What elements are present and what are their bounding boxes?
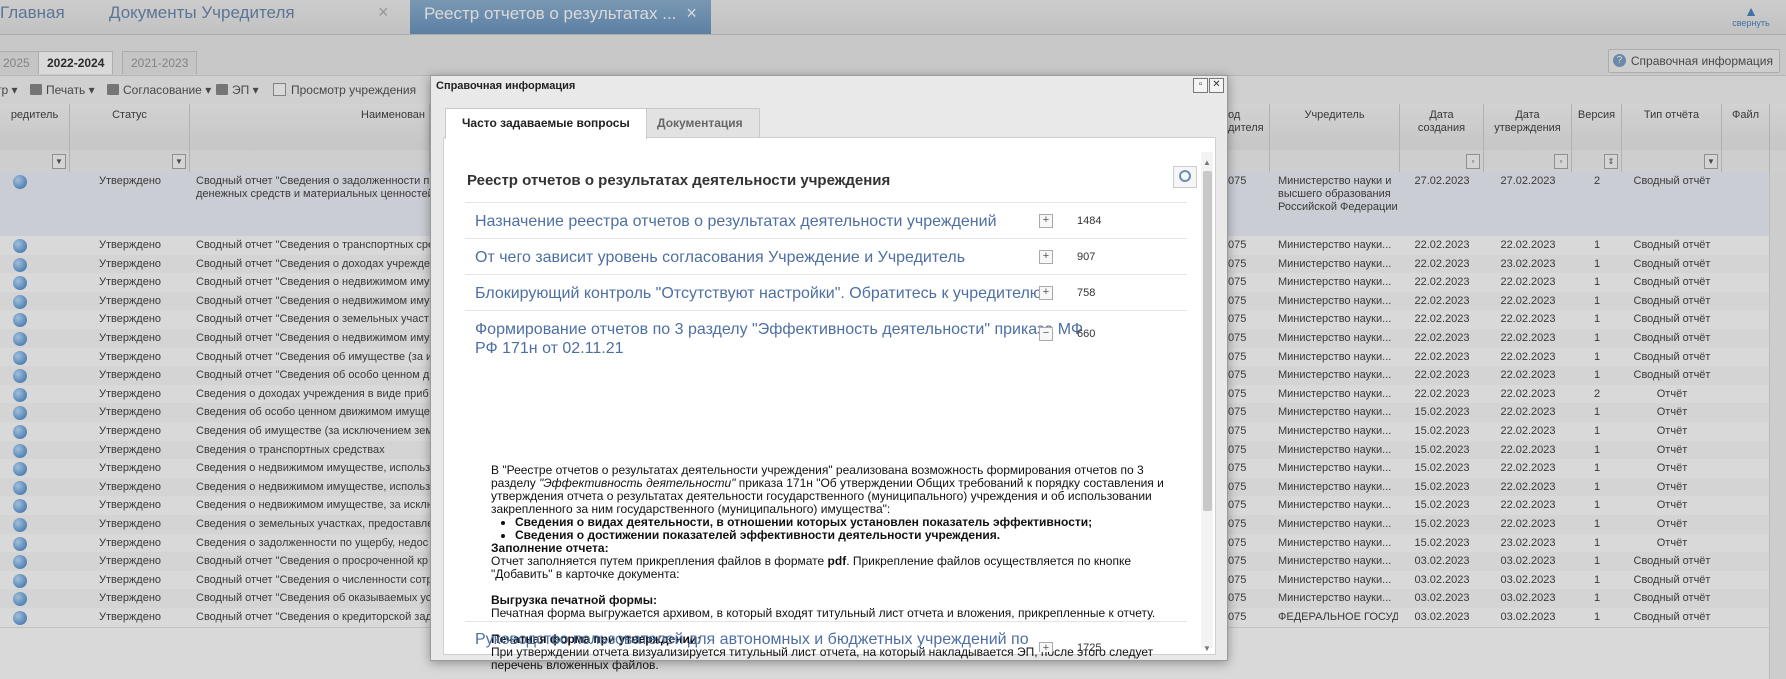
help-info-dialog: Справочная информация ▫ ✕ Часто задаваем… — [430, 75, 1228, 672]
faq-item[interactable]: Блокирующий контроль "Отсутствуют настро… — [465, 274, 1187, 311]
fill-text-pdf: pdf — [827, 554, 847, 568]
faq-item[interactable]: Руководство пользователей для автономных… — [465, 621, 1187, 652]
expand-icon[interactable]: + — [1039, 214, 1053, 228]
expand-icon[interactable]: + — [1039, 286, 1053, 300]
collapse-icon[interactable]: − — [1039, 327, 1053, 341]
tab-documentation[interactable]: Документация — [640, 108, 760, 137]
faq-question[interactable]: Руководство пользователей для автономных… — [475, 630, 1029, 649]
faq-view-count: 1725 — [1077, 642, 1102, 652]
search-icon[interactable] — [1173, 166, 1197, 188]
faq-view-count: 1484 — [1077, 215, 1102, 227]
faq-item[interactable]: От чего зависит уровень согласования Учр… — [465, 238, 1187, 275]
print-text: Печатная форма выгружается архивом, в ко… — [491, 606, 1156, 620]
expand-icon[interactable]: + — [1039, 250, 1053, 264]
answer-intro: В "Реестре отчетов о результатах деятель… — [491, 464, 1171, 516]
faq-question[interactable]: От чего зависит уровень согласования Учр… — [475, 248, 965, 267]
faq-view-count: 660 — [1077, 328, 1096, 340]
answer-intro-italic: "Эффективность деятельности" — [539, 476, 736, 490]
dialog-title: Справочная информация — [436, 80, 576, 92]
scroll-down-icon[interactable]: ▼ — [1203, 644, 1211, 653]
faq-view-count: 907 — [1077, 251, 1096, 263]
faq-question[interactable]: Назначение реестра отчетов о результатах… — [475, 212, 997, 231]
answer-bullets: Сведения о видах деятельности, в отношен… — [491, 516, 1171, 542]
close-icon[interactable]: ✕ — [1209, 78, 1224, 93]
faq-question[interactable]: Формирование отчетов по 3 разделу "Эффек… — [475, 320, 1105, 358]
faq-item[interactable]: Назначение реестра отчетов о результатах… — [465, 202, 1187, 239]
faq-section-title: Реестр отчетов о результатах деятельност… — [467, 172, 891, 189]
dialog-scroll-thumb[interactable] — [1203, 171, 1212, 511]
expand-icon[interactable]: + — [1039, 642, 1053, 652]
maximize-icon[interactable]: ▫ — [1193, 78, 1208, 93]
faq-item-expanded[interactable]: Формирование отчетов по 3 разделу "Эффек… — [465, 310, 1187, 365]
fill-text-a: Отчет заполняется путем прикрепления фай… — [491, 554, 828, 568]
faq-question[interactable]: Блокирующий контроль "Отсутствуют настро… — [475, 284, 1042, 303]
tab-faq[interactable]: Часто задаваемые вопросы — [445, 108, 647, 139]
answer-bullet: Сведения о достижении показателей эффект… — [515, 529, 1171, 542]
faq-view-count: 758 — [1077, 287, 1096, 299]
scroll-up-icon[interactable]: ▲ — [1203, 158, 1211, 167]
fill-text: Отчет заполняется путем прикрепления фай… — [491, 555, 1171, 581]
